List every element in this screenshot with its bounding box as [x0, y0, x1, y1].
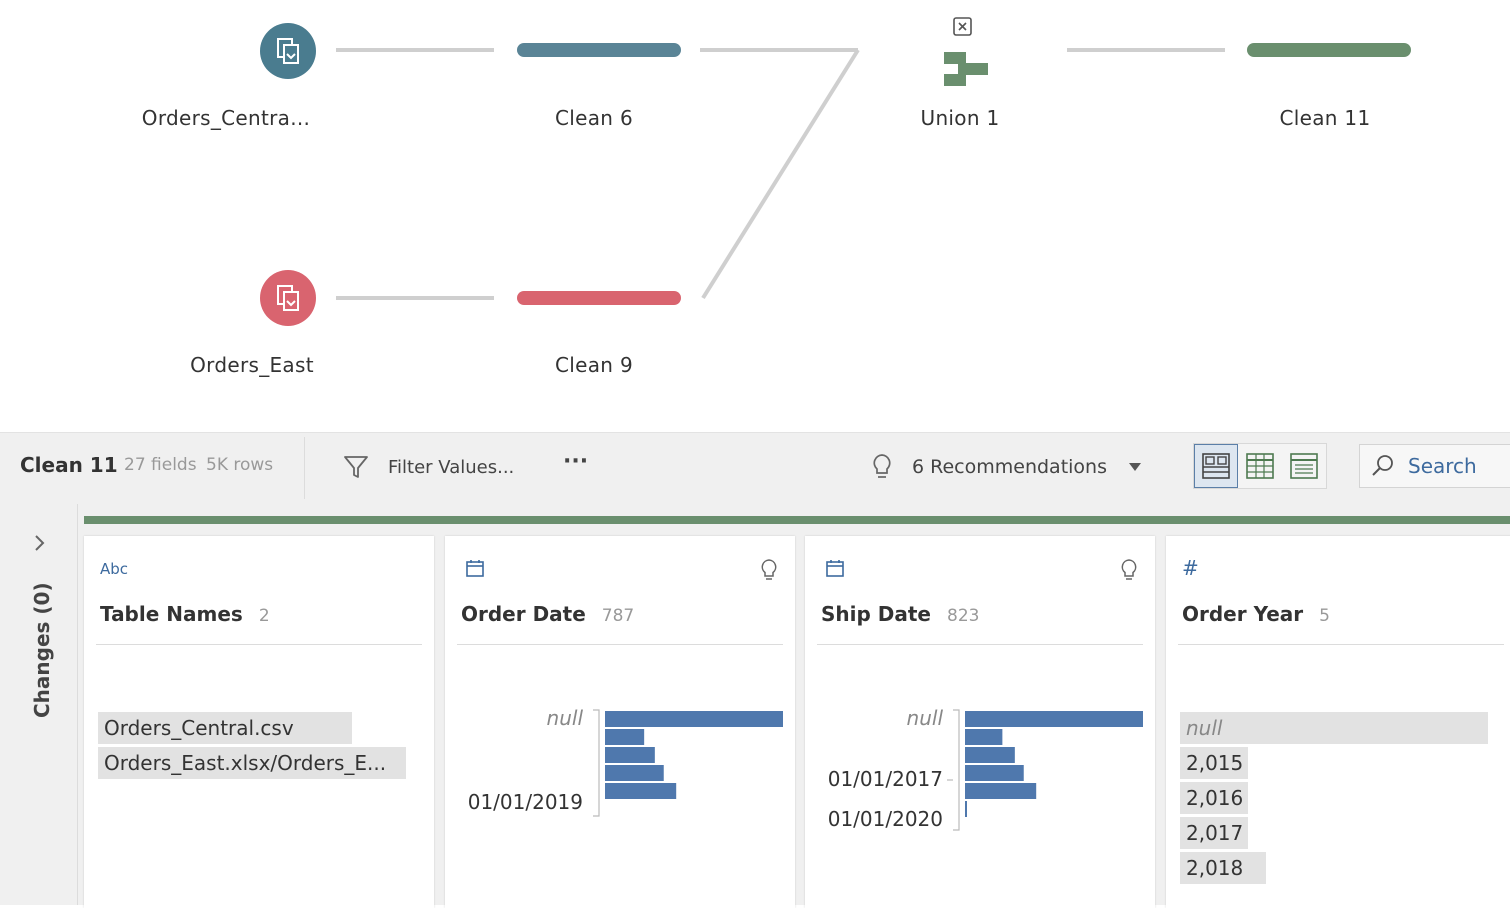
field-distinct-count: 5: [1319, 606, 1330, 626]
histogram-bar[interactable]: [605, 765, 664, 781]
histogram-bar[interactable]: [965, 747, 1015, 763]
histogram-bar[interactable]: [965, 711, 1143, 727]
histogram-bar[interactable]: [965, 801, 967, 817]
histogram-bar[interactable]: [605, 783, 677, 799]
ship-date-histogram[interactable]: [805, 536, 1155, 908]
histogram-bar[interactable]: [605, 747, 655, 763]
recommendations-label: 6 Recommendations: [912, 456, 1107, 478]
clean6-label[interactable]: Clean 6: [555, 106, 633, 130]
value-row[interactable]: Orders_Central.csv: [98, 712, 352, 744]
field-name[interactable]: Table Names: [100, 602, 243, 626]
flow-canvas[interactable]: Orders_Centra... Clean 6 Union 1 Clean 1…: [0, 0, 1510, 432]
step-color-bar: [84, 516, 1510, 524]
profile-card-order-date[interactable]: Order Date 787 null 01/01/2019: [445, 536, 795, 908]
histogram-bar[interactable]: [605, 711, 783, 727]
more-options-button[interactable]: ···: [563, 449, 588, 474]
file-input-icon: [277, 285, 299, 311]
profile-view-button[interactable]: [1194, 444, 1238, 488]
search-label: Search: [1408, 454, 1477, 478]
toolbar-divider: [304, 437, 305, 499]
histogram-bracket: [593, 709, 600, 817]
data-grid-view-button[interactable]: [1282, 444, 1326, 488]
lightbulb-icon: [873, 454, 891, 478]
order-date-histogram[interactable]: [445, 536, 795, 908]
histogram-bar[interactable]: [965, 765, 1024, 781]
profile-pane: Abc Table Names 2 Orders_Central.csv Ord…: [78, 504, 1510, 908]
chevron-right-icon[interactable]: [30, 532, 48, 554]
field-count: 27 fields: [124, 455, 197, 475]
search-field[interactable]: Search: [1359, 444, 1510, 488]
clean11-label[interactable]: Clean 11: [1280, 106, 1371, 130]
profile-card-table-names[interactable]: Abc Table Names 2 Orders_Central.csv Ord…: [84, 536, 434, 908]
union1-label[interactable]: Union 1: [921, 106, 1000, 130]
clean9-label[interactable]: Clean 9: [555, 353, 633, 377]
card-divider: [1178, 644, 1504, 645]
value-row[interactable]: 2,016: [1180, 782, 1248, 814]
value-row[interactable]: 2,015: [1180, 747, 1248, 779]
profile-pane-icon: [1202, 453, 1230, 479]
value-row[interactable]: null: [1180, 712, 1488, 744]
string-type-icon[interactable]: Abc: [100, 560, 128, 578]
value-row[interactable]: 2,017: [1180, 817, 1248, 849]
recommendations-button[interactable]: 6 Recommendations: [870, 452, 1143, 482]
clean6-step[interactable]: [517, 43, 681, 57]
number-type-icon[interactable]: #: [1182, 556, 1199, 580]
clean9-step[interactable]: [517, 291, 681, 305]
value-row[interactable]: 2,018: [1180, 852, 1266, 884]
field-distinct-count: 2: [258, 606, 270, 626]
list-view-button[interactable]: [1238, 444, 1282, 488]
clean11-step[interactable]: [1247, 43, 1411, 57]
histogram-bar[interactable]: [605, 729, 645, 745]
orders-central-label[interactable]: Orders_Centra...: [142, 106, 310, 130]
changes-panel: Changes (0): [0, 504, 78, 905]
orders-east-input-node[interactable]: [260, 270, 316, 326]
union-icon: [944, 17, 988, 86]
card-divider: [96, 644, 422, 645]
filter-values-button[interactable]: Filter Values...: [342, 453, 514, 481]
search-icon: [1372, 455, 1393, 476]
filter-values-label: Filter Values...: [388, 456, 515, 478]
profile-card-order-year[interactable]: # Order Year 5 null 2,015 2,016 2,017 2,018: [1166, 536, 1510, 908]
field-name[interactable]: Order Year: [1182, 602, 1303, 626]
histogram-bar[interactable]: [965, 783, 1037, 799]
profile-toolbar: Clean 11 27 fields 5K rows Filter Values…: [0, 432, 1510, 504]
value-row[interactable]: Orders_East.xlsx/Orders_E...: [98, 747, 406, 779]
row-count: 5K rows: [206, 455, 274, 475]
union1-step[interactable]: [940, 14, 990, 90]
histogram-bar[interactable]: [965, 729, 1003, 745]
histogram-bracket: [953, 709, 960, 831]
file-input-icon: [277, 38, 299, 64]
changes-toggle[interactable]: Changes (0): [30, 582, 54, 718]
profile-card-ship-date[interactable]: Ship Date 823 null 01/01/2017 01/01/2020: [805, 536, 1155, 908]
orders-east-label[interactable]: Orders_East: [190, 353, 314, 377]
filter-icon: [344, 456, 368, 478]
connector-clean9-union: [701, 48, 860, 300]
field-header: Order Year 5: [1182, 602, 1330, 626]
dropdown-arrow-icon: [1128, 463, 1141, 471]
orders-central-input-node[interactable]: [260, 23, 316, 79]
table-view-icon: [1246, 453, 1274, 479]
view-toggle-group: [1193, 443, 1327, 489]
step-title: Clean 11: [20, 453, 118, 477]
field-header: Table Names 2: [100, 602, 270, 626]
data-grid-icon: [1290, 453, 1318, 479]
